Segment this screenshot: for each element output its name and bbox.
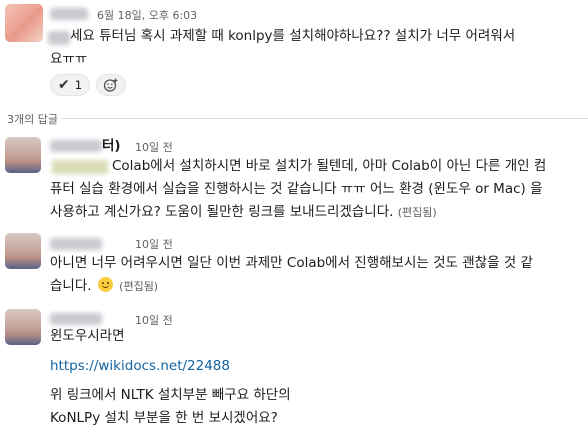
replies-count-label: 3개의 답글: [7, 113, 58, 126]
user-avatar-blurred[interactable]: [5, 4, 43, 42]
message-line: 요ㅠㅠ: [50, 51, 88, 67]
message-line: 세요 튜터님 혹시 과제할 때 konlpy를 설치해야하나요?? 설치가 너무…: [70, 28, 516, 44]
slightly-smiling-face-emoji-icon: [97, 277, 113, 292]
reply-line: 습니다.: [50, 278, 92, 294]
reply-line: 사용하고 계신가요? 도움이 될만한 링크를 보내드리겠습니다.: [50, 204, 394, 220]
reply-line: 윈도우시라면: [50, 328, 125, 344]
reply-author-blurred[interactable]: [50, 238, 102, 250]
reply-timestamp[interactable]: 10일 전: [135, 139, 173, 155]
reaction-pill[interactable]: ✔ 1: [50, 74, 90, 96]
message-text-blurred-start: [48, 31, 70, 45]
reply-avatar[interactable]: [5, 137, 41, 173]
reply-line: 퓨터 실습 환경에서 실습을 진행하시는 것 같습니다 ㅠㅠ 어느 환경 (윈도…: [50, 181, 543, 197]
mention-blurred[interactable]: [52, 160, 108, 174]
edited-marker: (편집됨): [119, 280, 159, 293]
add-reaction-button[interactable]: [96, 74, 126, 96]
reaction-count: 1: [74, 78, 83, 92]
reply-author-blurred[interactable]: [50, 313, 102, 325]
reply-line: Colab에서 설치하시면 바로 설치가 될텐데, 아마 Colab이 아닌 다…: [112, 158, 547, 174]
edited-marker: (편집됨): [397, 206, 437, 219]
user-name-blurred[interactable]: [50, 8, 88, 20]
replies-divider: [62, 118, 588, 119]
reply-author-suffix: 터): [102, 138, 121, 154]
reply-timestamp[interactable]: 10일 전: [135, 312, 173, 328]
check-mark-emoji-icon: ✔: [57, 77, 70, 93]
reply-avatar[interactable]: [5, 309, 41, 345]
reply-line: 아니면 너무 어려우시면 일단 이번 과제만 Colab에서 진행해보시는 것도…: [50, 255, 533, 271]
reply-line: KoNLPy 설치 부분을 한 번 보시겠어요?: [50, 410, 278, 426]
reply-line: 위 링크에서 NLTK 설치부분 빼구요 하단의: [50, 387, 291, 403]
reply-timestamp[interactable]: 10일 전: [135, 236, 173, 252]
add-reaction-icon: [103, 78, 118, 92]
wikidocs-link[interactable]: https://wikidocs.net/22488: [50, 355, 230, 378]
message-timestamp[interactable]: 6월 18일, 오후 6:03: [97, 7, 197, 23]
reply-author-blurred[interactable]: [50, 140, 102, 152]
reply-avatar[interactable]: [5, 233, 41, 269]
